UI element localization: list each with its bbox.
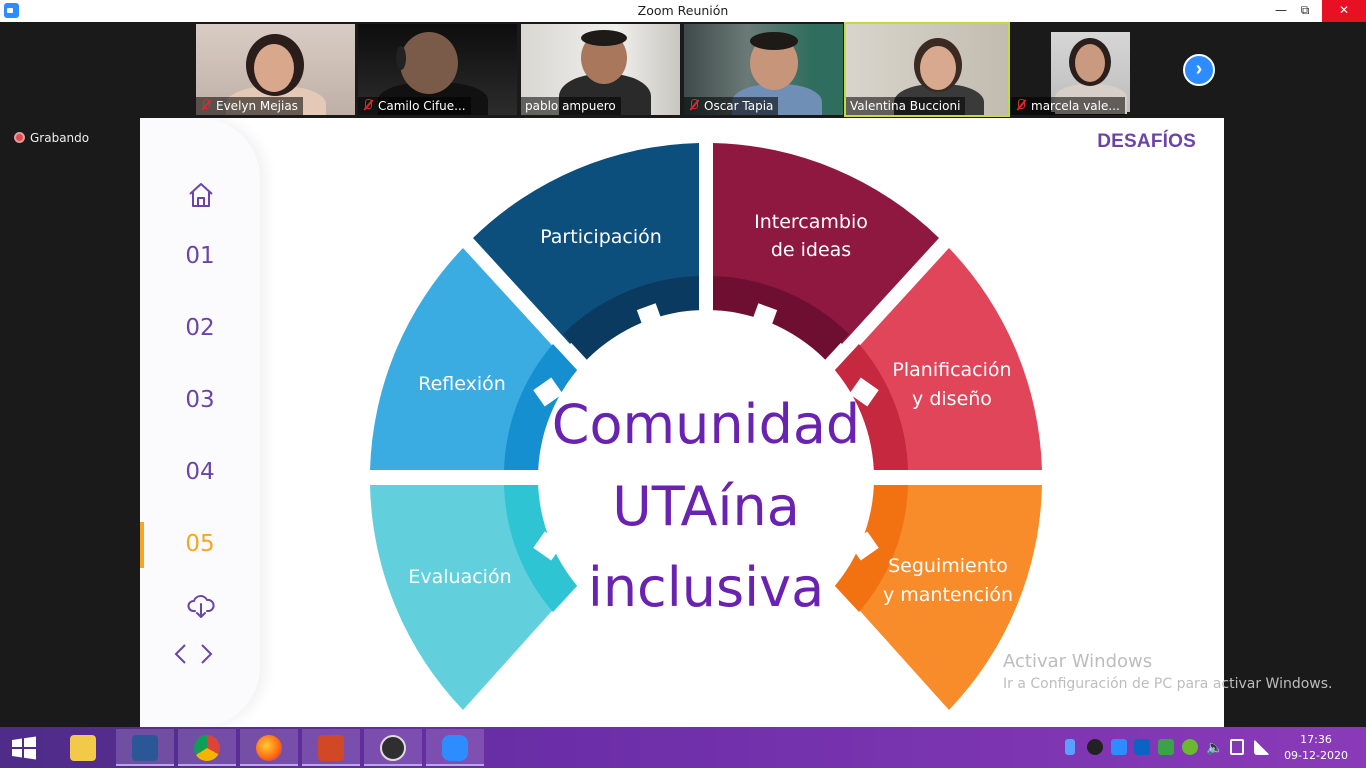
recording-dot-icon <box>14 132 25 143</box>
label-seguimiento-1: Seguimiento <box>888 555 1008 577</box>
label-planificacion-2: y diseño <box>912 388 992 410</box>
participant-name: Oscar Tapia <box>704 99 774 113</box>
security-icon[interactable] <box>1158 739 1174 755</box>
participant-name: Camilo Cifue... <box>378 99 466 113</box>
clock-time: 17:36 <box>1300 733 1332 746</box>
label-intercambio-2: de ideas <box>771 239 851 261</box>
label-intercambio-1: Intercambio <box>754 211 868 233</box>
file-explorer-icon <box>70 735 96 761</box>
add-icon[interactable] <box>1182 739 1198 755</box>
shared-slide: 01 02 03 04 05 DESAFÍOS Participación In… <box>140 118 1224 727</box>
usb-icon[interactable] <box>1065 739 1075 755</box>
muted-mic-icon <box>362 99 374 111</box>
window-title: Zoom Reunión <box>637 3 729 18</box>
powerpoint-icon <box>318 735 344 761</box>
volume-icon[interactable]: 🔈 <box>1206 739 1223 755</box>
restore-button[interactable]: ⧉ <box>1283 0 1327 22</box>
center-text-line-3: inclusiva <box>588 556 824 619</box>
activation-watermark-title: Activar Windows <box>1003 651 1153 672</box>
video-strip: Evelyn Mejias Camilo Cifue... pablo ampu… <box>0 22 1366 118</box>
muted-mic-icon <box>1015 99 1027 111</box>
label-seguimiento-2: y mantención <box>883 584 1013 606</box>
obs-icon <box>380 735 406 761</box>
taskbar-obs[interactable] <box>364 729 422 766</box>
taskbar-firefox[interactable] <box>240 729 298 766</box>
activation-watermark-text: Ir a Configuración de PC para activar Wi… <box>1003 676 1333 692</box>
battery-icon[interactable] <box>1230 739 1244 755</box>
participant-tile-active-speaker[interactable]: Valentina Buccioni <box>844 22 1010 117</box>
windows-start-icon[interactable] <box>0 727 48 768</box>
muted-mic-icon <box>688 99 700 111</box>
cycle-diagram: Participación Intercambio de ideas Plani… <box>370 143 1042 710</box>
chrome-icon <box>194 735 220 761</box>
participant-tile[interactable]: marcela vale... <box>1011 24 1170 115</box>
participant-name: pablo ampuero <box>525 99 616 113</box>
word-icon <box>132 735 158 761</box>
next-participants-button[interactable]: › <box>1183 54 1215 86</box>
participant-tile[interactable]: Evelyn Mejias <box>196 24 355 115</box>
label-evaluacion: Evaluación <box>408 566 511 588</box>
label-planificacion-1: Planificación <box>892 359 1011 381</box>
close-button[interactable]: ✕ <box>1322 0 1366 22</box>
participant-name: Valentina Buccioni <box>850 99 961 113</box>
taskbar: 🔈 17:36 09-12-2020 <box>0 727 1366 768</box>
participant-name: marcela vale... <box>1031 99 1120 113</box>
participant-tile[interactable]: Oscar Tapia <box>684 24 843 115</box>
taskbar-word[interactable] <box>116 729 174 766</box>
window-titlebar: Zoom Reunión — ⧉ ✕ <box>0 0 1366 22</box>
label-reflexion: Reflexión <box>418 373 506 395</box>
clock-date: 09-12-2020 <box>1284 749 1348 762</box>
taskbar-powerpoint[interactable] <box>302 729 360 766</box>
zoom-tray-icon[interactable] <box>1111 739 1127 755</box>
participant-tile[interactable]: Camilo Cifue... <box>358 24 517 115</box>
center-text-line-2: UTAína <box>612 475 800 538</box>
label-participacion: Participación <box>540 226 662 248</box>
network-icon[interactable] <box>1254 739 1270 755</box>
muted-mic-icon <box>200 99 212 111</box>
taskbar-chrome[interactable] <box>178 729 236 766</box>
recording-label: Grabando <box>30 131 90 145</box>
recording-indicator[interactable]: Grabando <box>14 131 89 145</box>
zoom-taskbar-icon <box>442 735 468 761</box>
outlook-icon[interactable] <box>1134 739 1150 755</box>
firefox-icon <box>256 735 282 761</box>
taskbar-zoom[interactable] <box>426 729 484 766</box>
participant-tile[interactable]: pablo ampuero <box>521 24 680 115</box>
center-text-line-1: Comunidad <box>552 393 860 456</box>
tray-app-icon[interactable] <box>1087 739 1103 755</box>
taskbar-file-explorer[interactable] <box>54 729 112 766</box>
participant-name: Evelyn Mejias <box>216 99 298 113</box>
taskbar-clock[interactable]: 17:36 09-12-2020 <box>1284 732 1348 764</box>
